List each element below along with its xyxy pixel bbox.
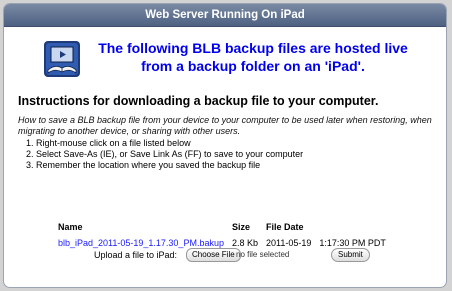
file-time-cell: 1:17:30 PM PDT	[319, 238, 386, 248]
table-header-row: Name Size File Date	[58, 222, 394, 238]
hero-banner: The following BLB backup files are hoste…	[44, 39, 444, 79]
no-file-selected-text: no file selected	[236, 250, 290, 259]
submit-button[interactable]: Submit	[331, 248, 370, 262]
step-item: 2. Select Save-As (IE), or Save Link As …	[26, 149, 304, 159]
upload-label: Upload a file to iPad:	[94, 250, 178, 260]
column-header-name: Name	[58, 222, 83, 232]
hero-line-1: The following BLB backup files are hoste…	[98, 40, 408, 56]
step-item: 3. Remember the location where you saved…	[26, 160, 261, 170]
choose-file-button[interactable]: Choose File	[186, 248, 241, 262]
file-download-link[interactable]: blb_iPad_2011-05-19_1.17.30_PM.bakup	[58, 238, 224, 248]
hero-heading: The following BLB backup files are hoste…	[88, 39, 418, 75]
file-date-cell: 2011-05-19	[266, 238, 312, 248]
upload-form: Upload a file to iPad: Choose File no fi…	[94, 248, 434, 264]
column-header-date: File Date	[266, 222, 304, 232]
instructions-steps: 1. Right-mouse click on a file listed be…	[26, 138, 303, 171]
column-header-time	[319, 222, 394, 238]
file-name-cell: blb_iPad_2011-05-19_1.17.30_PM.bakup	[58, 238, 232, 248]
file-size-cell: 2.8 Kb	[231, 238, 258, 248]
book-app-icon	[44, 41, 80, 77]
instructions-heading: Instructions for downloading a backup fi…	[18, 94, 379, 108]
window-title: Web Server Running On iPad	[4, 4, 446, 27]
server-page-panel: Web Server Running On iPad The following…	[3, 3, 447, 288]
hero-line-2: from a backup folder on an 'iPad'.	[141, 58, 365, 74]
step-item: 1. Right-mouse click on a file listed be…	[26, 138, 191, 148]
instructions-description: How to save a BLB backup file from your …	[18, 115, 432, 136]
column-header-size: Size	[231, 222, 250, 232]
files-table: Name Size File Date blb_iPad_2011-05-19_…	[58, 222, 394, 248]
table-row: blb_iPad_2011-05-19_1.17.30_PM.bakup 2.8…	[58, 238, 394, 248]
